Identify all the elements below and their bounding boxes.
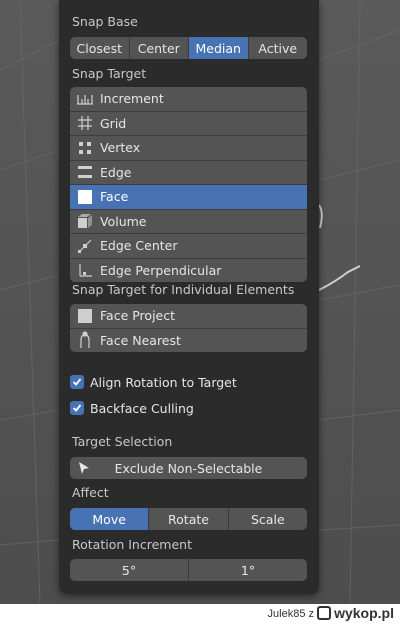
edge-icon xyxy=(70,161,100,185)
affect-scale[interactable]: Scale xyxy=(229,508,307,530)
snap-target-edge-center[interactable]: Edge Center xyxy=(70,234,307,259)
snap-target-label-edge-center: Edge Center xyxy=(100,238,178,254)
face-project-label: Face Project xyxy=(100,308,176,324)
wykop-logo-icon xyxy=(317,606,332,620)
snap-target-edge[interactable]: Edge xyxy=(70,161,307,185)
individual-elements-list: Face Project Face Nearest xyxy=(70,304,307,352)
rotation-increment-fine[interactable]: 1° xyxy=(189,559,307,581)
vertex-icon xyxy=(70,136,100,160)
align-rotation-label: Align Rotation to Target xyxy=(90,374,237,390)
snap-target-label-vertex: Vertex xyxy=(100,140,141,156)
snap-target-volume[interactable]: Volume xyxy=(70,210,307,234)
snap-target-edge-perpendicular[interactable]: Edge Perpendicular xyxy=(70,259,307,283)
snap-target-label-grid: Grid xyxy=(100,115,127,131)
volume-icon xyxy=(70,210,100,234)
snap-target-vertex[interactable]: Vertex xyxy=(70,136,307,161)
snap-base-selector: Closest Center Median Active xyxy=(70,37,307,59)
wykop-logo-text: wykop.pl xyxy=(334,605,394,621)
snap-target-label-increment: Increment xyxy=(100,91,164,107)
snap-face-project[interactable]: Face Project xyxy=(70,304,307,329)
snap-target-increment[interactable]: Increment xyxy=(70,87,307,112)
footer-bar: Julek85 z wykop.pl xyxy=(0,604,400,624)
face-nearest-icon xyxy=(70,329,100,353)
snap-base-median[interactable]: Median xyxy=(189,37,249,59)
checkmark-icon xyxy=(70,401,84,415)
cursor-arrow-icon xyxy=(70,461,98,475)
wykop-logo: wykop.pl xyxy=(317,605,394,621)
affect-label: Affect xyxy=(72,485,109,500)
checkmark-icon xyxy=(70,375,84,389)
snap-target-label-edge: Edge xyxy=(100,164,132,180)
increment-icon xyxy=(70,87,100,111)
rotation-increment-coarse[interactable]: 5° xyxy=(70,559,189,581)
affect-move[interactable]: Move xyxy=(70,508,150,530)
exclude-non-selectable-label: Exclude Non-Selectable xyxy=(114,460,263,476)
face-icon xyxy=(70,185,100,209)
snap-target-face[interactable]: Face xyxy=(70,185,307,210)
snap-target-list: Increment Grid Vertex Edge Face Volume E… xyxy=(70,87,307,282)
affect-rotate[interactable]: Rotate xyxy=(149,508,229,530)
snap-target-grid[interactable]: Grid xyxy=(70,112,307,136)
target-selection-label: Target Selection xyxy=(72,434,173,449)
backface-culling-checkbox[interactable]: Backface Culling xyxy=(70,399,194,417)
affect-selector: Move Rotate Scale xyxy=(70,508,307,530)
snap-target-label: Snap Target xyxy=(72,66,147,81)
exclude-non-selectable-button[interactable]: Exclude Non-Selectable xyxy=(70,457,307,479)
rotation-increment-fields: 5° 1° xyxy=(70,559,307,581)
rotation-increment-label: Rotation Increment xyxy=(72,537,192,552)
individual-elements-label: Snap Target for Individual Elements xyxy=(72,282,295,297)
face-nearest-label: Face Nearest xyxy=(100,332,181,348)
backface-culling-label: Backface Culling xyxy=(90,400,194,416)
snap-base-active[interactable]: Active xyxy=(249,37,308,59)
snap-target-label-volume: Volume xyxy=(100,213,147,229)
snap-base-closest[interactable]: Closest xyxy=(70,37,130,59)
edge-perpendicular-icon xyxy=(70,259,100,283)
snap-target-label-face: Face xyxy=(100,189,129,205)
align-rotation-checkbox[interactable]: Align Rotation to Target xyxy=(70,373,237,391)
author-credit: Julek85 z xyxy=(267,608,314,620)
snap-base-label: Snap Base xyxy=(72,14,138,29)
face-project-icon xyxy=(70,304,100,328)
snapping-popover: Snap Base Closest Center Median Active S… xyxy=(59,0,319,594)
snap-base-center[interactable]: Center xyxy=(130,37,189,59)
edge-center-icon xyxy=(70,234,100,258)
grid-icon xyxy=(70,112,100,136)
snap-face-nearest[interactable]: Face Nearest xyxy=(70,329,307,353)
snap-target-label-edge-perpendicular: Edge Perpendicular xyxy=(100,262,222,278)
